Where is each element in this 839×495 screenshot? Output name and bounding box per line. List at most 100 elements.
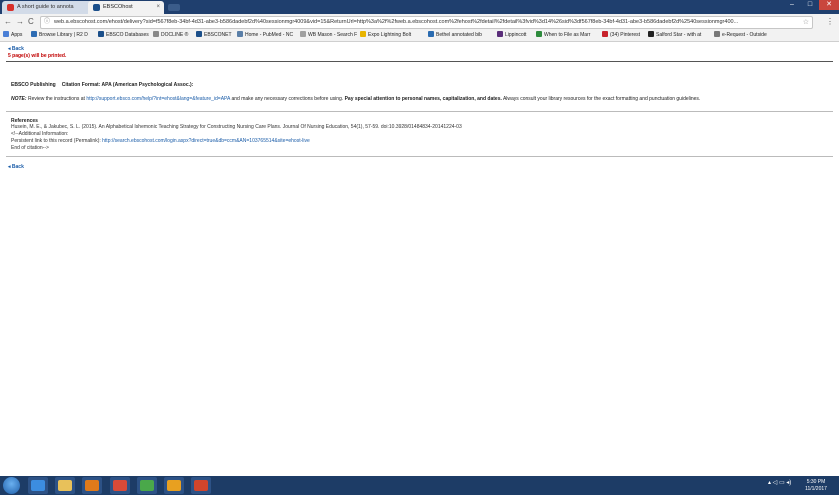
tab-strip: A short guide to annota × EBSCOhost × – … [0, 0, 839, 14]
start-button[interactable] [3, 477, 20, 494]
bookmark-star-icon[interactable]: ☆ [803, 17, 809, 28]
taskbar-app-green-icon[interactable] [137, 477, 157, 494]
bookmark-label: When to File as Marr [544, 32, 591, 38]
system-tray-icons[interactable]: ▴ ◁ ▭ ◂) [768, 479, 791, 486]
browser-toolbar: ← → C ⓘ web.a.ebscohost.com/ehost/delive… [0, 14, 839, 29]
taskbar-file-explorer-icon[interactable] [55, 477, 75, 494]
reload-icon[interactable]: C [28, 16, 34, 27]
bookmark-label: WB Mason - Search F [308, 32, 358, 38]
bookmark-icon [648, 31, 654, 37]
bookmark-item[interactable]: Browse Library | R2 D [31, 29, 88, 41]
bookmark-icon [428, 31, 434, 37]
page-content: ◂ Back 5 page(s) will be printed. EBSCO … [0, 42, 839, 476]
bookmark-item[interactable]: EBSCONET [196, 29, 232, 41]
new-tab-button[interactable] [168, 4, 180, 11]
close-window-button[interactable]: ✕ [819, 0, 839, 10]
bookmark-icon [497, 31, 503, 37]
maximize-button[interactable]: □ [801, 0, 819, 10]
citation-format-label: Citation Format: APA (American Psycholog… [61, 82, 194, 88]
bookmark-label: DOCLINE ® [161, 32, 189, 38]
bookmark-item[interactable]: Lippincott [497, 29, 526, 41]
bookmark-icon [602, 31, 608, 37]
address-bar[interactable]: ⓘ web.a.ebscohost.com/ehost/delivery?sid… [40, 16, 813, 29]
divider [6, 61, 833, 62]
ebsco-icon [93, 4, 100, 11]
tab-close-icon[interactable]: × [156, 1, 160, 14]
bookmark-item[interactable]: DOCLINE ® [153, 29, 188, 41]
reference-end: End of citation--> [11, 145, 49, 151]
bookmark-item[interactable]: e-Request - Outside [714, 29, 767, 41]
bookmark-item[interactable]: WB Mason - Search F [300, 29, 357, 41]
back-link[interactable]: ◂ Back [8, 46, 24, 52]
bookmark-label: Lippincott [505, 32, 527, 38]
bookmark-item[interactable]: Apps [3, 29, 22, 41]
apa-help-link[interactable]: http://support.ebsco.com/help/?int=ehost… [86, 96, 230, 102]
clock-time: 5:30 PM [806, 479, 826, 485]
taskbar-internet-explorer-icon[interactable] [28, 477, 48, 494]
tab-annotated-guide[interactable]: A short guide to annota × [2, 1, 100, 14]
bookmark-icon [31, 31, 37, 37]
tab-ebscohost[interactable]: EBSCOhost × [88, 1, 164, 14]
bookmark-item[interactable]: (34) Pinterest [602, 29, 640, 41]
bookmark-icon [536, 31, 542, 37]
clock[interactable]: 5:30 PM 11/1/2017 [802, 479, 830, 493]
bookmark-item[interactable]: When to File as Marr [536, 29, 590, 41]
taskbar-media-player-icon[interactable] [82, 477, 102, 494]
bookmark-icon [98, 31, 104, 37]
citation-note: NOTE: Review the instructions at http://… [11, 96, 700, 102]
bookmark-icon [714, 31, 720, 37]
note-text: and make any necessary corrections befor… [230, 96, 345, 102]
divider [6, 111, 833, 112]
back-link-bottom[interactable]: ◂ Back [8, 164, 24, 170]
bookmark-icon [3, 31, 9, 37]
taskbar-powerpoint-icon[interactable] [191, 477, 211, 494]
bookmark-label: Home - PubMed - NC [245, 32, 294, 38]
clock-date: 11/1/2017 [805, 486, 827, 492]
youtube-icon [7, 4, 14, 11]
url-text[interactable]: web.a.ebscohost.com/ehost/delivery?sid=f… [54, 17, 796, 28]
bookmark-label: Bethel annotated bib [436, 32, 482, 38]
reference-permalink-line: Persistent link to this record (Permalin… [11, 138, 310, 144]
bookmark-icon [196, 31, 202, 37]
divider [6, 156, 833, 157]
back-arrow-icon[interactable]: ← [4, 16, 12, 27]
forward-arrow-icon[interactable]: → [16, 16, 24, 27]
bookmark-label: Salford Star - with at [656, 32, 702, 38]
bookmark-label: Expo Lightning Bolt [368, 32, 412, 38]
reference-citation: Husein, M. E., & Jakubec, S. L. (2015). … [11, 124, 462, 130]
taskbar-chrome-icon[interactable] [110, 477, 130, 494]
printed-notice: 5 page(s) will be printed. [8, 53, 67, 59]
app-glyph [85, 480, 99, 491]
bookmark-label: Browse Library | R2 D [39, 32, 88, 38]
note-text: Review the instructions at [26, 96, 87, 102]
permalink-label: Persistent link to this record (Permalin… [11, 138, 103, 144]
bookmark-icon [360, 31, 366, 37]
bookmark-item[interactable]: Bethel annotated bib [428, 29, 482, 41]
app-glyph [194, 480, 208, 491]
app-glyph [140, 480, 154, 491]
app-glyph [113, 480, 127, 491]
reference-additional-info: <!--Additional Information: [11, 131, 69, 137]
bookmark-item[interactable]: Expo Lightning Bolt [360, 29, 411, 41]
permalink-link[interactable]: http://search.ebscohost.com/login.aspx?d… [102, 138, 310, 144]
bookmark-item[interactable]: Home - PubMed - NC [237, 29, 293, 41]
taskbar-outlook-icon[interactable] [164, 477, 184, 494]
tab-title: A short guide to annota [17, 4, 74, 10]
bookmark-item[interactable]: Salford Star - with at [648, 29, 701, 41]
menu-icon[interactable]: ⋮ [826, 16, 834, 27]
app-glyph [31, 480, 45, 491]
app-glyph [58, 480, 72, 491]
bookmark-label: Apps [11, 32, 23, 38]
info-icon[interactable]: ⓘ [44, 18, 50, 27]
note-label: NOTE: [11, 96, 27, 102]
bookmark-label: (34) Pinterest [610, 32, 641, 38]
tab-title: EBSCOhost [103, 4, 133, 10]
bookmark-label: e-Request - Outside [722, 32, 767, 38]
bookmark-label: EBSCO Databases [106, 32, 149, 38]
app-glyph [167, 480, 181, 491]
minimize-button[interactable]: – [783, 0, 801, 10]
citation-header: EBSCO Publishing Citation Format: APA (Am… [11, 82, 199, 88]
bookmark-item[interactable]: EBSCO Databases [98, 29, 149, 41]
bookmark-label: EBSCONET [204, 32, 232, 38]
windows-taskbar: ▴ ◁ ▭ ◂) 5:30 PM 11/1/2017 [0, 476, 839, 495]
